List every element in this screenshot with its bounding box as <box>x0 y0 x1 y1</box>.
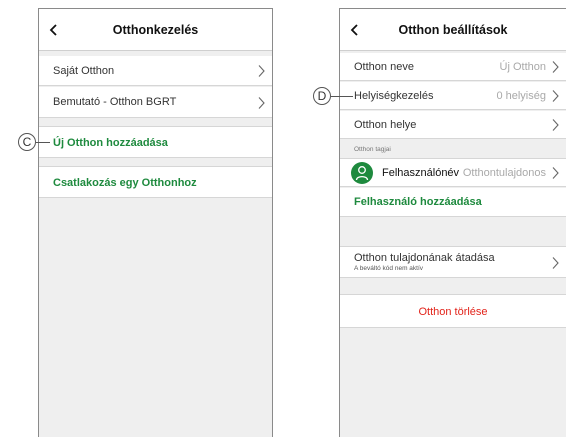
chevron-right-icon <box>258 65 265 77</box>
avatar <box>351 162 373 184</box>
home-list-item-own[interactable]: Saját Otthon <box>39 56 272 86</box>
add-user-button[interactable]: Felhasználó hozzáadása <box>340 188 566 217</box>
callout-marker-d: D <box>313 87 331 105</box>
screen-header: Otthonkezelés <box>39 9 272 51</box>
callout-leader-line <box>331 96 353 97</box>
user-icon <box>355 166 369 181</box>
home-name-value: Új Otthon <box>499 61 546 73</box>
delete-home-button[interactable]: Otthon törlése <box>340 294 566 328</box>
chevron-right-icon <box>552 167 559 179</box>
member-role: Otthontulajdonos <box>462 167 546 179</box>
home-list-item-demo[interactable]: Bemutató - Otthon BGRT <box>39 87 272 118</box>
room-management-label: Helyiségkezelés <box>354 90 434 102</box>
chevron-right-icon <box>258 97 265 109</box>
add-home-button[interactable]: Új Otthon hozzáadása <box>39 126 272 158</box>
home-name-label: Otthon neve <box>354 61 414 73</box>
transfer-ownership-label: Otthon tulajdonának átadása <box>354 252 495 264</box>
home-name-row[interactable]: Otthon neve Új Otthon <box>340 53 566 81</box>
home-location-row[interactable]: Otthon helye <box>340 111 566 139</box>
home-name-label: Bemutató - Otthon BGRT <box>53 96 177 108</box>
add-user-label: Felhasználó hozzáadása <box>354 196 482 208</box>
home-management-screen: Otthonkezelés Saját Otthon Bemutató - Ot… <box>38 8 273 437</box>
home-name-label: Saját Otthon <box>53 65 115 77</box>
delete-home-label: Otthon törlése <box>418 306 488 318</box>
page-title: Otthon beállítások <box>398 23 508 37</box>
transfer-ownership-row[interactable]: Otthon tulajdonának átadása A beváltó kó… <box>340 246 566 278</box>
join-home-label: Csatlakozás egy Otthonhoz <box>53 177 197 189</box>
join-home-button[interactable]: Csatlakozás egy Otthonhoz <box>39 166 272 198</box>
home-settings-screen: Otthon beállítások Otthon neve Új Otthon… <box>339 8 566 437</box>
member-name: Felhasználónév <box>382 167 460 179</box>
home-location-label: Otthon helye <box>354 119 417 131</box>
chevron-right-icon <box>552 90 559 102</box>
room-management-row[interactable]: Helyiségkezelés 0 helyiség <box>340 82 566 110</box>
chevron-right-icon <box>552 119 559 131</box>
callout-leader-line <box>36 142 50 143</box>
room-count-value: 0 helyiség <box>496 90 546 102</box>
add-home-label: Új Otthon hozzáadása <box>53 137 168 149</box>
transfer-ownership-sublabel: A beváltó kód nem aktív <box>354 265 424 272</box>
chevron-right-icon <box>552 61 559 73</box>
screen-header: Otthon beállítások <box>340 9 566 51</box>
page-title: Otthonkezelés <box>112 23 199 37</box>
section-header: Otthon tagjai <box>354 146 391 153</box>
callout-marker-c: C <box>18 133 36 151</box>
chevron-right-icon <box>552 257 559 269</box>
member-row[interactable]: Felhasználónév Otthontulajdonos <box>340 158 566 187</box>
